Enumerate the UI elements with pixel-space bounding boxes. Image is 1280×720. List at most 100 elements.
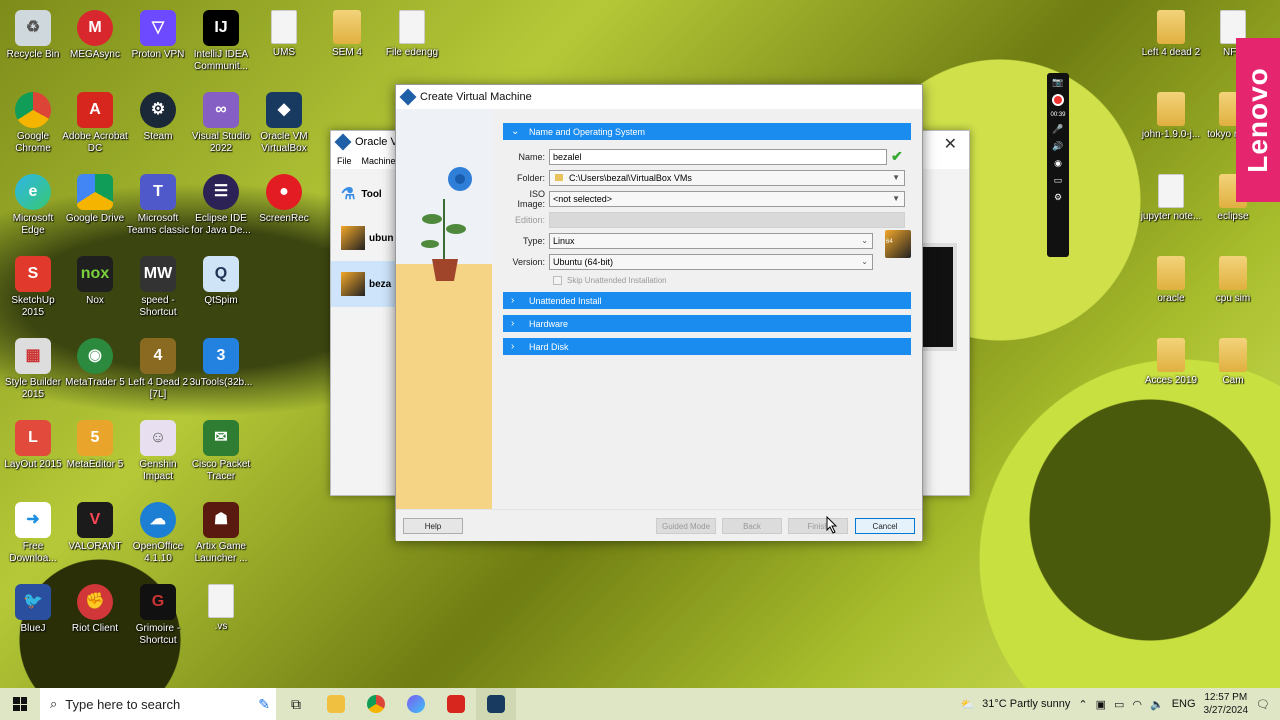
taskbar-acrobat[interactable] (436, 688, 476, 720)
cam-folder[interactable]: Cam (1200, 338, 1266, 387)
chevron-up-icon[interactable]: ⌃ (1078, 698, 1087, 711)
edge-shortcut[interactable]: e Microsoft Edge (0, 174, 66, 237)
record-icon[interactable] (1052, 94, 1064, 106)
skip-unattended-label: Skip Unattended Installation (567, 275, 667, 285)
bluej-shortcut[interactable]: 🐦 BlueJ (0, 584, 66, 635)
sketchup-shortcut[interactable]: S SketchUp 2015 (0, 256, 66, 319)
google-drive-icon (77, 174, 113, 210)
riot-client-shortcut[interactable]: ✊ Riot Client (62, 584, 128, 635)
nox-shortcut[interactable]: nox Nox (62, 256, 128, 307)
close-icon[interactable]: ✕ (944, 134, 957, 154)
acrobat-icon: A (77, 92, 113, 128)
guided-mode-button[interactable]: Guided Mode (656, 518, 716, 534)
dialog-title: Create Virtual Machine (420, 91, 532, 103)
megasync-shortcut[interactable]: M MEGAsync (62, 10, 128, 61)
finish-button[interactable]: Finish (788, 518, 848, 534)
file-icon (208, 584, 234, 618)
left4dead-folder[interactable]: Left 4 dead 2 (1138, 10, 1204, 59)
section-name-os[interactable]: ⌄ Name and Operating System (503, 123, 911, 140)
taskbar-app[interactable] (396, 688, 436, 720)
create-vm-dialog[interactable]: Create Virtual Machine ⌄ Name and Operat… (395, 84, 923, 541)
teams-shortcut[interactable]: T Microsoft Teams classic (125, 174, 191, 237)
taskbar-virtualbox[interactable] (476, 688, 516, 720)
metaeditor-shortcut[interactable]: 5 MetaEditor 5 (62, 420, 128, 471)
intellij-icon: IJ (203, 10, 239, 46)
sem4-folder[interactable]: SEM 4 (314, 10, 380, 59)
gear-icon[interactable]: ⚙ (1054, 192, 1062, 203)
notification-icon[interactable]: 🗨 (1256, 698, 1270, 711)
proton-vpn-shortcut[interactable]: ▽ Proton VPN (125, 10, 191, 61)
packet-tracer-shortcut[interactable]: ✉ Cisco Packet Tracer (188, 420, 254, 483)
weather-text[interactable]: 31°C Partly sunny (982, 698, 1070, 710)
eclipse-shortcut[interactable]: ☰ Eclipse IDE for Java De... (188, 174, 254, 237)
speaker-icon[interactable]: 🔊 (1052, 141, 1063, 152)
steam-shortcut[interactable]: ⚙ Steam (125, 92, 191, 143)
camera-icon[interactable]: 📷 (1052, 77, 1063, 88)
section-hard-disk[interactable]: › Hard Disk (503, 338, 911, 355)
weather-icon[interactable]: ⛅ (960, 698, 974, 711)
vm-list-item-bezalel[interactable]: beza (331, 261, 395, 307)
menu-machine[interactable]: Machine (362, 156, 396, 166)
acrobat-shortcut[interactable]: A Adobe Acrobat DC (62, 92, 128, 155)
acces-folder[interactable]: Acces 2019 (1138, 338, 1204, 387)
google-drive-shortcut[interactable]: Google Drive (62, 174, 128, 225)
language-indicator[interactable]: ENG (1172, 698, 1196, 710)
volume-icon[interactable]: 🔈 (1150, 698, 1164, 711)
iso-select[interactable]: <not selected> ▼ (549, 190, 905, 207)
layout-shortcut[interactable]: L LayOut 2015 (0, 420, 66, 471)
tray-app-icon[interactable]: ▣ (1096, 698, 1106, 711)
ums-folder[interactable]: UMS (251, 10, 317, 59)
taskbar-explorer[interactable] (316, 688, 356, 720)
help-button[interactable]: Help (403, 518, 463, 534)
folder-select[interactable]: C:\Users\bezal\VirtualBox VMs ▼ (549, 169, 905, 186)
section-hardware[interactable]: › Hardware (503, 315, 911, 332)
task-view-button[interactable]: ⧉ (276, 688, 316, 720)
3utools-shortcut[interactable]: 3 3uTools(32b... (188, 338, 254, 389)
jupyter-folder[interactable]: jupyter note... (1138, 174, 1204, 223)
microphone-icon[interactable]: 🎤 (1052, 124, 1063, 135)
genshin-shortcut[interactable]: ☺ Genshin Impact (125, 420, 191, 483)
clock[interactable]: 12:57 PM 3/27/2024 (1204, 691, 1249, 717)
taskbar-chrome[interactable] (356, 688, 396, 720)
taskbar-search[interactable]: ⌕ Type here to search ✎ (40, 688, 276, 720)
file-edengg-folder[interactable]: File edengg (379, 10, 445, 59)
start-button[interactable] (0, 688, 40, 720)
left4dead-shortcut[interactable]: 4 Left 4 Dead 2 [7L] (125, 338, 191, 401)
vm-list-item-ubuntu[interactable]: ubun (331, 215, 395, 261)
wifi-icon[interactable]: ◠ (1132, 698, 1142, 711)
qtspim-shortcut[interactable]: Q QtSpim (188, 256, 254, 307)
visual-studio-shortcut[interactable]: ∞ Visual Studio 2022 (188, 92, 254, 155)
valorant-shortcut[interactable]: V VALORANT (62, 502, 128, 553)
john-folder[interactable]: john-1.9.0-j... (1138, 92, 1204, 141)
metatrader-shortcut[interactable]: ◉ MetaTrader 5 (62, 338, 128, 389)
battery-icon[interactable]: ▭ (1114, 698, 1124, 711)
menu-file[interactable]: File (337, 156, 352, 166)
vs-folder[interactable]: .vs (188, 584, 254, 633)
version-select[interactable]: Ubuntu (64-bit) ⌄ (549, 253, 873, 270)
speed-shortcut[interactable]: MW speed - Shortcut (125, 256, 191, 319)
chrome-shortcut[interactable]: Google Chrome (0, 92, 66, 155)
free-download-shortcut[interactable]: ➜ Free Downloa... (0, 502, 66, 565)
virtualbox-shortcut[interactable]: ◆ Oracle VM VirtualBox (251, 92, 317, 155)
intellij-shortcut[interactable]: IJ IntelliJ IDEA Communit... (188, 10, 254, 73)
folder-value: C:\Users\bezal\VirtualBox VMs (569, 172, 692, 183)
recycle-bin-shortcut[interactable]: ♻ Recycle Bin (0, 10, 66, 61)
oracle-folder[interactable]: oracle (1138, 256, 1204, 305)
back-button[interactable]: Back (722, 518, 782, 534)
chevron-down-icon: ▼ (892, 173, 900, 182)
section-unattended[interactable]: › Unattended Install (503, 292, 911, 309)
openoffice-shortcut[interactable]: ☁ OpenOffice 4.1.10 (125, 502, 191, 565)
window-icon[interactable]: ▭ (1054, 175, 1063, 186)
cancel-button[interactable]: Cancel (855, 518, 915, 534)
tools-item[interactable]: ⚗ Tool (331, 171, 395, 217)
screenrec-shortcut[interactable]: ● ScreenRec (251, 174, 317, 225)
artix-shortcut[interactable]: ☗ Artix Game Launcher ... (188, 502, 254, 565)
cpu-sim-folder[interactable]: cpu sim (1200, 256, 1266, 305)
bluej-icon: 🐦 (15, 584, 51, 620)
webcam-icon[interactable]: ◉ (1054, 158, 1062, 169)
style-builder-shortcut[interactable]: ▦ Style Builder 2015 (0, 338, 66, 401)
name-input[interactable]: bezalel (549, 148, 887, 165)
clock-date: 3/27/2024 (1203, 705, 1249, 716)
grimoire-shortcut[interactable]: G Grimoire - Shortcut (125, 584, 191, 647)
type-select[interactable]: Linux ⌄ (549, 232, 873, 249)
